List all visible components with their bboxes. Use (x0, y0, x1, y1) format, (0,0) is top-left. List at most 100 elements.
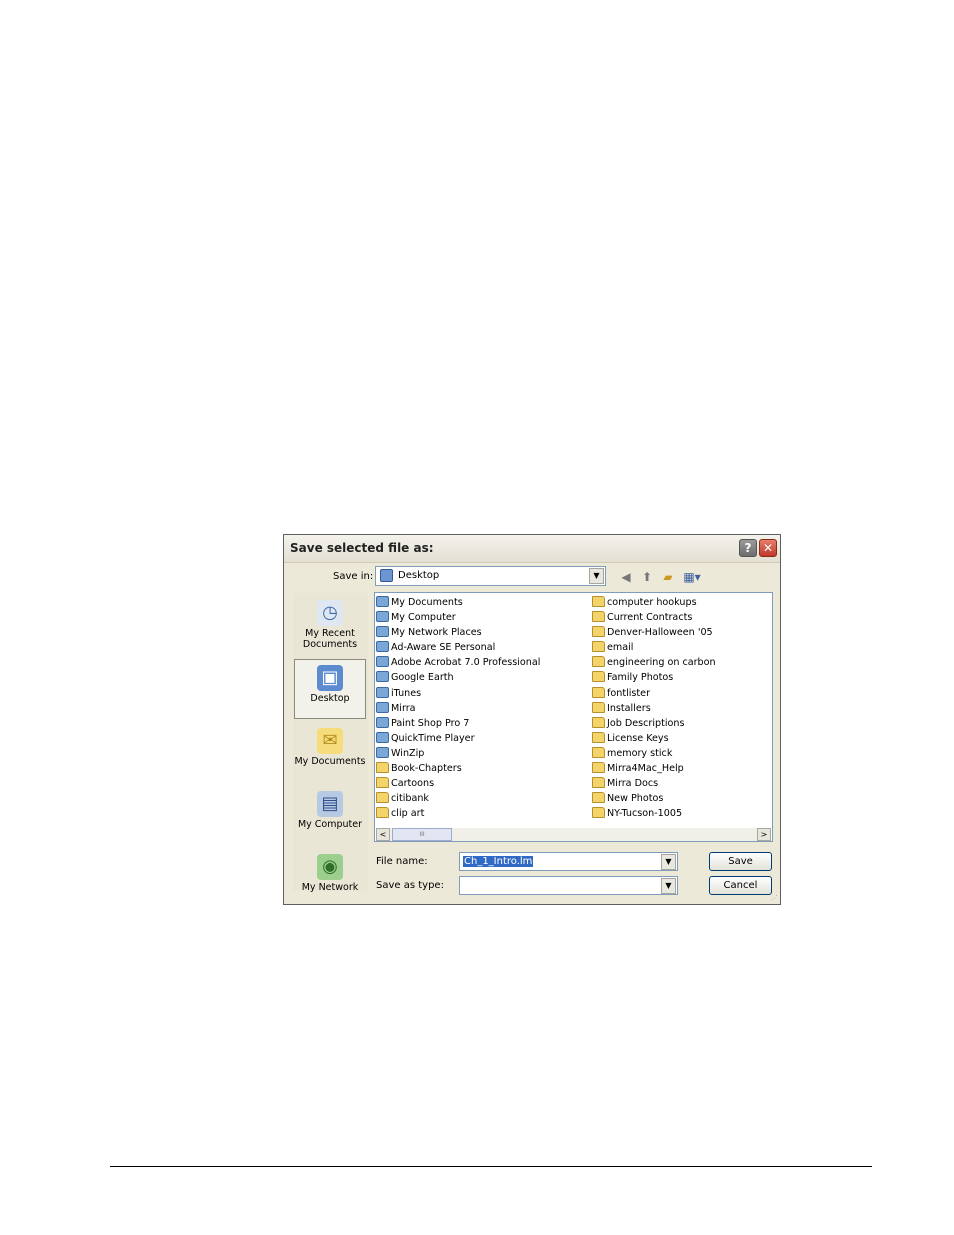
file-list-item[interactable]: Cartoons (376, 776, 540, 791)
shortcut-icon (376, 596, 389, 607)
folder-icon (592, 686, 605, 698)
file-name: NY-Tucson-1005 (607, 808, 683, 820)
file-list-item[interactable]: Mirra4Mac_Help (592, 761, 716, 776)
file-list-item[interactable]: My Documents (376, 595, 540, 610)
file-list-item[interactable]: NY-Tucson-1005 (592, 806, 716, 821)
file-list-item[interactable]: Paint Shop Pro 7 (376, 716, 540, 731)
file-list-item[interactable]: computer hookups (592, 595, 716, 610)
up-folder-icon[interactable]: ⬆ (639, 569, 655, 585)
file-list-item[interactable]: My Computer (376, 610, 540, 625)
desktop-icon (380, 569, 393, 582)
file-name: fontlister (607, 687, 651, 699)
file-list-item[interactable]: QuickTime Player (376, 731, 540, 746)
file-name: QuickTime Player (391, 732, 475, 744)
file-name: Google Earth (391, 672, 454, 684)
file-name: Family Photos (607, 672, 674, 684)
scroll-left-button[interactable]: < (376, 828, 390, 841)
folder-icon (592, 807, 605, 819)
file-list-item[interactable]: My Network Places (376, 625, 540, 640)
chevron-down-icon[interactable]: ▼ (661, 878, 676, 894)
shortcut-icon (376, 671, 389, 683)
file-list-item[interactable]: Adobe Acrobat 7.0 Professional (376, 655, 540, 670)
place-recent-documents[interactable]: ◷ My Recent Documents (294, 595, 366, 655)
file-list-item[interactable]: clip art (376, 806, 540, 821)
file-name: computer hookups (607, 597, 697, 608)
folder-icon (376, 807, 389, 819)
folder-icon (592, 746, 605, 758)
file-list-item[interactable]: License Keys (592, 731, 716, 746)
place-desktop[interactable]: ▣ Desktop (294, 659, 366, 719)
title-bar[interactable]: Save selected file as: ? ✕ (284, 535, 780, 563)
file-name: Cartoons (391, 778, 435, 790)
file-list-item[interactable]: Family Photos (592, 670, 716, 685)
horizontal-scrollbar[interactable]: < III > (376, 828, 771, 841)
folder-icon (592, 656, 605, 668)
save-button[interactable]: Save (709, 852, 772, 871)
shortcut-icon (376, 611, 389, 623)
file-name: Mirra4Mac_Help (607, 763, 684, 775)
file-name-input[interactable]: Ch_1_Intro.lm ▼ (459, 852, 678, 871)
save-in-dropdown[interactable]: Desktop ▼ (375, 566, 606, 586)
my-network-icon: ◉ (317, 854, 343, 880)
folder-icon (592, 762, 605, 774)
file-name: Paint Shop Pro 7 (391, 717, 470, 729)
close-button[interactable]: ✕ (759, 539, 777, 557)
place-my-network[interactable]: ◉ My Network (294, 849, 366, 909)
file-name: Mirra (391, 702, 416, 714)
file-list-item[interactable]: Ad-Aware SE Personal (376, 640, 540, 655)
folder-icon (592, 792, 605, 804)
file-list-item[interactable]: Job Descriptions (592, 716, 716, 731)
file-list-item[interactable]: memory stick (592, 746, 716, 761)
file-list-item[interactable]: fontlister (592, 686, 716, 701)
file-name: My Network Places (391, 627, 482, 639)
resize-grip-icon[interactable]: ⋰ (771, 894, 778, 902)
save-as-type-label: Save as type: (376, 880, 444, 891)
scroll-right-button[interactable]: > (757, 828, 771, 841)
folder-icon (376, 777, 389, 789)
folder-icon (592, 626, 605, 638)
place-label: Desktop (310, 693, 350, 704)
file-list-item[interactable]: WinZip (376, 746, 540, 761)
view-menu-icon[interactable]: ▦▾ (681, 569, 703, 585)
cancel-button[interactable]: Cancel (709, 876, 772, 895)
save-as-type-select[interactable]: ▼ (459, 876, 678, 895)
shortcut-icon (376, 731, 389, 743)
file-list-item[interactable]: Installers (592, 701, 716, 716)
file-list-item[interactable]: Book-Chapters (376, 761, 540, 776)
chevron-down-icon[interactable]: ▼ (589, 568, 604, 584)
file-list[interactable]: My Documents My Computer My Network Places… (374, 592, 773, 842)
file-list-item[interactable]: engineering on carbon (592, 655, 716, 670)
file-name: clip art (391, 808, 425, 820)
shortcut-icon (376, 656, 389, 668)
scroll-thumb[interactable]: III (392, 828, 452, 841)
file-list-item[interactable]: Google Earth (376, 670, 540, 685)
file-name: Ad-Aware SE Personal (391, 642, 496, 654)
my-computer-icon: ▤ (317, 791, 343, 817)
chevron-down-icon[interactable]: ▼ (661, 854, 676, 870)
file-list-item[interactable]: iTunes (376, 686, 540, 701)
back-icon[interactable]: ◀ (618, 569, 634, 585)
file-list-item[interactable]: citibank (376, 791, 540, 806)
file-list-item[interactable]: New Photos (592, 791, 716, 806)
file-name-value: Ch_1_Intro.lm (463, 856, 534, 867)
place-my-computer[interactable]: ▤ My Computer (294, 786, 366, 846)
places-bar: ◷ My Recent Documents ▣ Desktop ✉ My Doc… (293, 593, 368, 893)
file-list-item[interactable]: Current Contracts (592, 610, 716, 625)
place-label: My Documents (294, 756, 366, 767)
desktop-icon: ▣ (317, 665, 343, 691)
folder-icon (592, 641, 605, 653)
folder-icon (592, 716, 605, 728)
file-name: Installers (607, 702, 651, 714)
file-list-item[interactable]: email (592, 640, 716, 655)
shortcut-icon (376, 716, 389, 728)
file-name: Current Contracts (607, 612, 693, 624)
folder-icon (376, 762, 389, 774)
help-button[interactable]: ? (739, 539, 757, 557)
file-list-item[interactable]: Mirra (376, 701, 540, 716)
place-my-documents[interactable]: ✉ My Documents (294, 723, 366, 783)
file-list-item[interactable]: Denver-Halloween '05 (592, 625, 716, 640)
recent-documents-icon: ◷ (317, 600, 343, 626)
new-folder-icon[interactable]: ▰ (660, 569, 676, 585)
file-list-item[interactable]: Mirra Docs (592, 776, 716, 791)
file-name: My Documents (391, 597, 463, 608)
